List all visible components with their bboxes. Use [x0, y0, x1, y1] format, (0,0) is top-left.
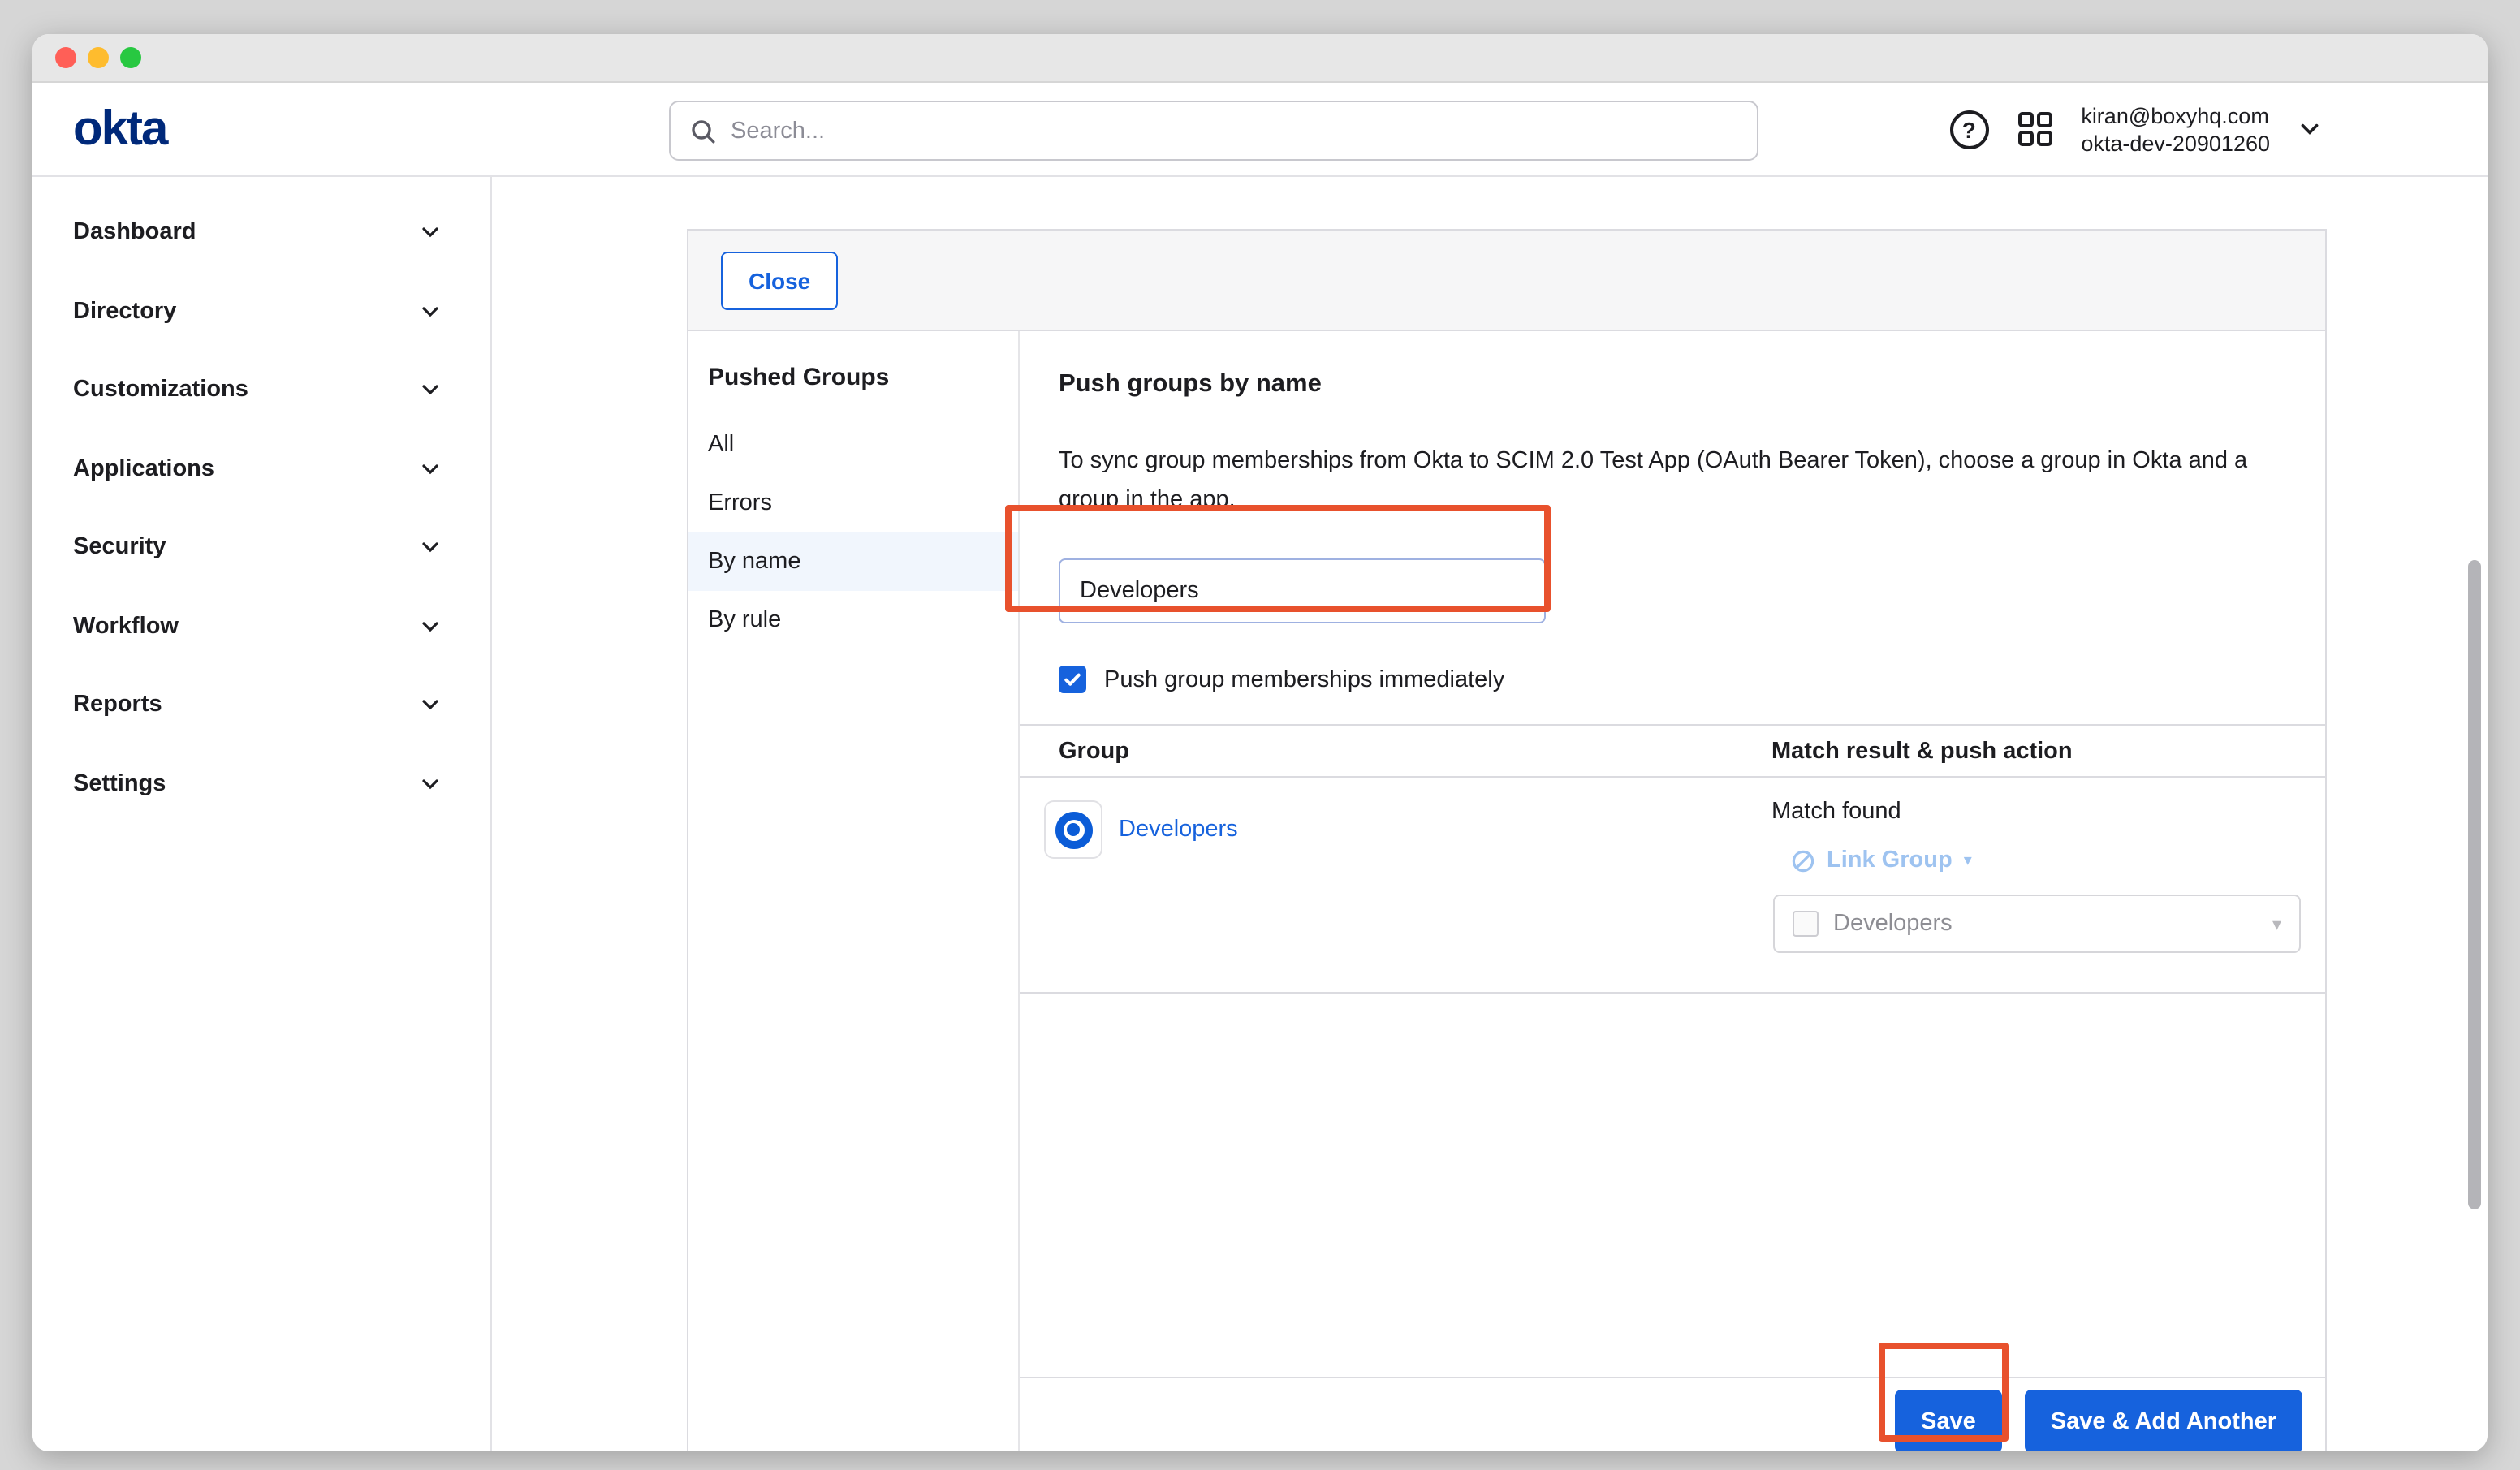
sidebar-item-reports[interactable]: Reports	[32, 666, 490, 744]
chevron-down-icon	[419, 458, 442, 481]
chevron-down-icon	[419, 300, 442, 323]
dialog-body: Pushed Groups All Errors By name By rule…	[688, 331, 2325, 1451]
okta-logo: okta	[73, 106, 166, 154]
sidebar-item-label: Applications	[73, 456, 214, 482]
push-immediately-checkbox[interactable]	[1059, 666, 1086, 693]
search-input[interactable]	[731, 118, 1737, 144]
group-search-input[interactable]	[1059, 558, 1546, 623]
sidebar-item-label: Customizations	[73, 377, 248, 403]
main-content: Close Pushed Groups All Errors By name B…	[494, 177, 2488, 1451]
target-group-select[interactable]: Developers ▾	[1773, 895, 2301, 953]
minimize-window-button[interactable]	[88, 47, 109, 68]
group-cell: Developers	[1020, 778, 1771, 992]
account-menu-chevron-down-icon[interactable]	[2298, 117, 2322, 141]
sidebar-item-applications[interactable]: Applications	[32, 429, 490, 508]
dialog-footer: Save Save & Add Another	[1020, 1377, 2325, 1451]
close-button[interactable]: Close	[721, 251, 838, 309]
search-icon	[690, 118, 716, 144]
sidebar-item-label: Directory	[73, 299, 176, 325]
chevron-down-icon	[419, 615, 442, 638]
save-button[interactable]: Save	[1895, 1390, 2002, 1451]
dialog-toolbar: Close	[688, 231, 2325, 331]
push-immediately-row: Push group memberships immediately	[1059, 666, 1504, 693]
form-description: To sync group memberships from Okta to S…	[1059, 442, 2268, 519]
sidebar-item-label: Security	[73, 535, 166, 561]
chevron-down-icon	[419, 379, 442, 402]
header-actions: ? kiran@boxyhq.com okta-dev-20901260	[1949, 83, 2322, 175]
chevron-down-icon	[419, 773, 442, 795]
table-row: Developers Match found Li	[1020, 778, 2325, 994]
apps-grid-icon[interactable]	[2016, 110, 2053, 148]
help-icon[interactable]: ?	[1949, 110, 1988, 149]
match-table: Group Match result & push action Develop…	[1020, 724, 2325, 994]
sidebar-item-label: Dashboard	[73, 220, 196, 246]
global-search[interactable]	[669, 101, 1758, 161]
pushed-groups-nav: Pushed Groups All Errors By name By rule	[688, 331, 1020, 1451]
nav-item-by-rule[interactable]: By rule	[688, 591, 1018, 649]
sidebar-item-customizations[interactable]: Customizations	[32, 351, 490, 429]
group-name-link[interactable]: Developers	[1119, 817, 1238, 843]
sidebar-item-dashboard[interactable]: Dashboard	[32, 193, 490, 272]
target-group-value: Developers	[1833, 911, 1953, 937]
chevron-down-icon	[419, 222, 442, 244]
sidebar-item-label: Settings	[73, 771, 166, 797]
table-header: Group Match result & push action	[1020, 724, 2325, 778]
account-email: kiran@boxyhq.com	[2081, 101, 2270, 129]
push-by-name-form: Push groups by name To sync group member…	[1020, 331, 2325, 1451]
sidebar: Dashboard Directory Customizations Appli…	[32, 177, 492, 1451]
okta-group-icon	[1044, 800, 1102, 859]
sidebar-item-settings[interactable]: Settings	[32, 744, 490, 823]
zoom-window-button[interactable]	[120, 47, 141, 68]
close-window-button[interactable]	[55, 47, 76, 68]
save-add-another-button[interactable]: Save & Add Another	[2025, 1390, 2302, 1451]
nav-item-errors[interactable]: Errors	[688, 474, 1018, 532]
link-group-icon	[1791, 848, 1815, 873]
sidebar-item-label: Workflow	[73, 614, 179, 640]
window-titlebar	[32, 34, 2488, 83]
nav-item-all[interactable]: All	[688, 416, 1018, 474]
link-group-label: Link Group	[1827, 847, 1953, 873]
account-org: okta-dev-20901260	[2081, 129, 2270, 157]
match-cell: Match found Link Group ▾	[1771, 778, 2325, 992]
column-header-group: Group	[1020, 738, 1771, 764]
browser-window: okta ? kiran@boxyhq.co	[32, 34, 2488, 1451]
sidebar-item-workflow[interactable]: Workflow	[32, 587, 490, 666]
sidebar-item-security[interactable]: Security	[32, 508, 490, 587]
sidebar-item-directory[interactable]: Directory	[32, 272, 490, 351]
chevron-down-icon	[419, 694, 442, 717]
app-header: okta ? kiran@boxyhq.co	[32, 83, 2488, 177]
match-status: Match found	[1771, 799, 2325, 825]
push-immediately-label[interactable]: Push group memberships immediately	[1104, 666, 1504, 692]
link-group-action[interactable]: Link Group ▾	[1791, 847, 2325, 873]
push-groups-dialog: Close Pushed Groups All Errors By name B…	[687, 229, 2327, 1451]
screen: okta ? kiran@boxyhq.co	[0, 0, 2520, 1470]
vertical-scrollbar[interactable]	[2468, 560, 2481, 1209]
nav-item-by-name[interactable]: By name	[688, 532, 1018, 591]
chevron-down-icon	[419, 537, 442, 559]
column-header-match: Match result & push action	[1771, 738, 2325, 764]
sidebar-item-label: Reports	[73, 692, 162, 718]
group-thumbnail-placeholder	[1793, 911, 1819, 937]
form-title: Push groups by name	[1059, 370, 1322, 399]
link-group-caret-down-icon: ▾	[1964, 851, 1972, 869]
account-info[interactable]: kiran@boxyhq.com okta-dev-20901260	[2081, 101, 2270, 157]
pushed-groups-title: Pushed Groups	[708, 364, 999, 391]
select-caret-down-icon: ▾	[2272, 913, 2281, 934]
